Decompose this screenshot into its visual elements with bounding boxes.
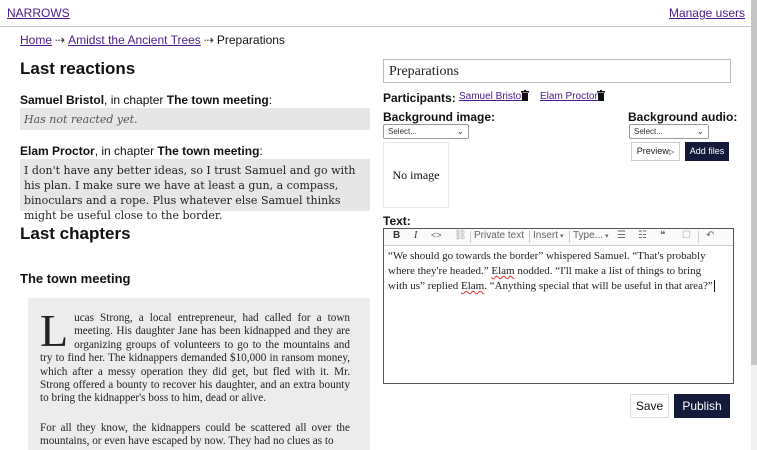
insert-menu[interactable]: Insert ▾ [533, 230, 563, 241]
chapter-paragraph: For all they know, the kidnappers could … [40, 421, 350, 448]
editor-toolbar: B I <> ⛓ Private text Insert ▾ Type... ▾… [384, 229, 733, 246]
reaction-chapter-name: The town meeting [157, 144, 260, 158]
page-scrollbar[interactable] [751, 0, 757, 450]
block-type-menu-label: Type... [573, 230, 604, 241]
caret-down-icon: ▾ [603, 233, 609, 240]
trash-icon[interactable] [521, 90, 529, 101]
insert-menu-label: Insert [533, 230, 559, 241]
save-button[interactable]: Save [630, 394, 669, 418]
publish-button[interactable]: Publish [674, 394, 730, 418]
private-text-button[interactable]: Private text [474, 230, 524, 241]
chapter-title[interactable]: The town meeting [20, 271, 131, 286]
scrollbar-thumb[interactable] [751, 0, 757, 365]
toolbar-divider [470, 231, 471, 243]
play-icon: ▷ [668, 149, 675, 156]
background-audio-select[interactable]: Select... ⌄ [629, 124, 709, 139]
reaction-in-chapter-text: , in chapter [94, 144, 158, 158]
reaction-participant-name: Elam Proctor [20, 144, 95, 158]
reaction-header: Samuel Bristol, in chapter The town meet… [20, 93, 272, 107]
breadcrumb-separator: ⇢ [55, 33, 66, 47]
participants-label: Participants: [383, 91, 456, 105]
background-image-preview: No image [383, 142, 449, 208]
brand-link[interactable]: NARROWS [7, 6, 70, 20]
participant-link[interactable]: Samuel Bristol [459, 91, 523, 102]
reaction-header: Elam Proctor, in chapter The town meetin… [20, 144, 263, 158]
chapter-text: Lucas Strong, a local entrepreneur, had … [40, 305, 350, 450]
code-button[interactable]: <> [431, 230, 442, 240]
toolbar-divider [698, 231, 699, 243]
toolbar-divider [529, 231, 530, 243]
last-chapters-heading: Last chapters [20, 224, 131, 243]
text-label: Text: [383, 214, 411, 228]
breadcrumb: Home ⇢ Amidst the Ancient Trees ⇢ Preparatio… [20, 33, 285, 47]
link-icon[interactable]: ⛓ [454, 230, 467, 241]
chapter-title-input[interactable]: Preparations [383, 59, 731, 83]
last-reactions-heading: Last reactions [20, 59, 136, 78]
caret-down-icon: ▾ [558, 233, 564, 240]
reaction-text: I don't have any better ideas, so I trus… [20, 159, 370, 222]
chevron-down-icon: ⌄ [456, 126, 464, 136]
top-bar: NARROWS Manage users [0, 0, 751, 27]
reaction-in-chapter-text: , in chapter [104, 93, 167, 107]
participant-link[interactable]: Elam Proctor [540, 91, 598, 102]
numbered-list-icon[interactable]: ☷ [638, 230, 647, 241]
chapter-preview: Lucas Strong, a local entrepreneur, had … [28, 298, 370, 450]
block-type-menu[interactable]: Type... ▾ [573, 230, 608, 241]
reaction-colon: : [259, 144, 263, 158]
breadcrumb-current: Preparations [216, 33, 285, 47]
background-audio-select-value: Select... [634, 127, 663, 136]
italic-button[interactable]: I [414, 230, 417, 241]
text-editor[interactable]: B I <> ⛓ Private text Insert ▾ Type... ▾… [383, 228, 734, 384]
table-icon[interactable]: ☐ [682, 230, 691, 241]
background-image-label: Background image: [383, 110, 496, 124]
bullet-list-icon[interactable]: ☰ [617, 230, 626, 241]
reaction-text: Has not reacted yet. [20, 108, 370, 130]
reaction-chapter-name: The town meeting [166, 93, 269, 107]
preview-button-label: Preview [636, 146, 669, 156]
breadcrumb-separator: ⇢ [203, 33, 214, 47]
chapter-dropcap: L [40, 305, 69, 356]
bold-button[interactable]: B [393, 230, 400, 241]
editor-text: . “Anything special that will be useful … [484, 280, 713, 292]
chevron-down-icon: ⌄ [696, 126, 704, 136]
misspelled-word: Elam [491, 265, 515, 277]
text-cursor [713, 280, 715, 292]
reaction-colon: : [268, 93, 273, 107]
misspelled-word: Elam [461, 280, 485, 292]
undo-icon[interactable]: ↶ [706, 230, 714, 241]
quote-icon[interactable]: ❝ [660, 230, 665, 241]
background-image-select-value: Select... [388, 127, 417, 136]
background-audio-label: Background audio: [628, 110, 738, 124]
reaction-participant-name: Samuel Bristol [20, 93, 105, 107]
breadcrumb-home-link[interactable]: Home [20, 33, 52, 47]
background-image-select[interactable]: Select... ⌄ [383, 124, 469, 139]
chapter-paragraph: ucas Strong, a local entrepreneur, had c… [40, 312, 350, 405]
trash-icon[interactable] [597, 90, 605, 101]
toolbar-divider [569, 231, 570, 243]
editor-content[interactable]: “We should go towards the border” whispe… [388, 249, 723, 294]
add-files-button[interactable]: Add files [685, 142, 729, 161]
manage-users-link[interactable]: Manage users [669, 6, 745, 20]
breadcrumb-story-link[interactable]: Amidst the Ancient Trees [68, 33, 201, 47]
preview-button[interactable]: Preview▷ [631, 142, 680, 161]
